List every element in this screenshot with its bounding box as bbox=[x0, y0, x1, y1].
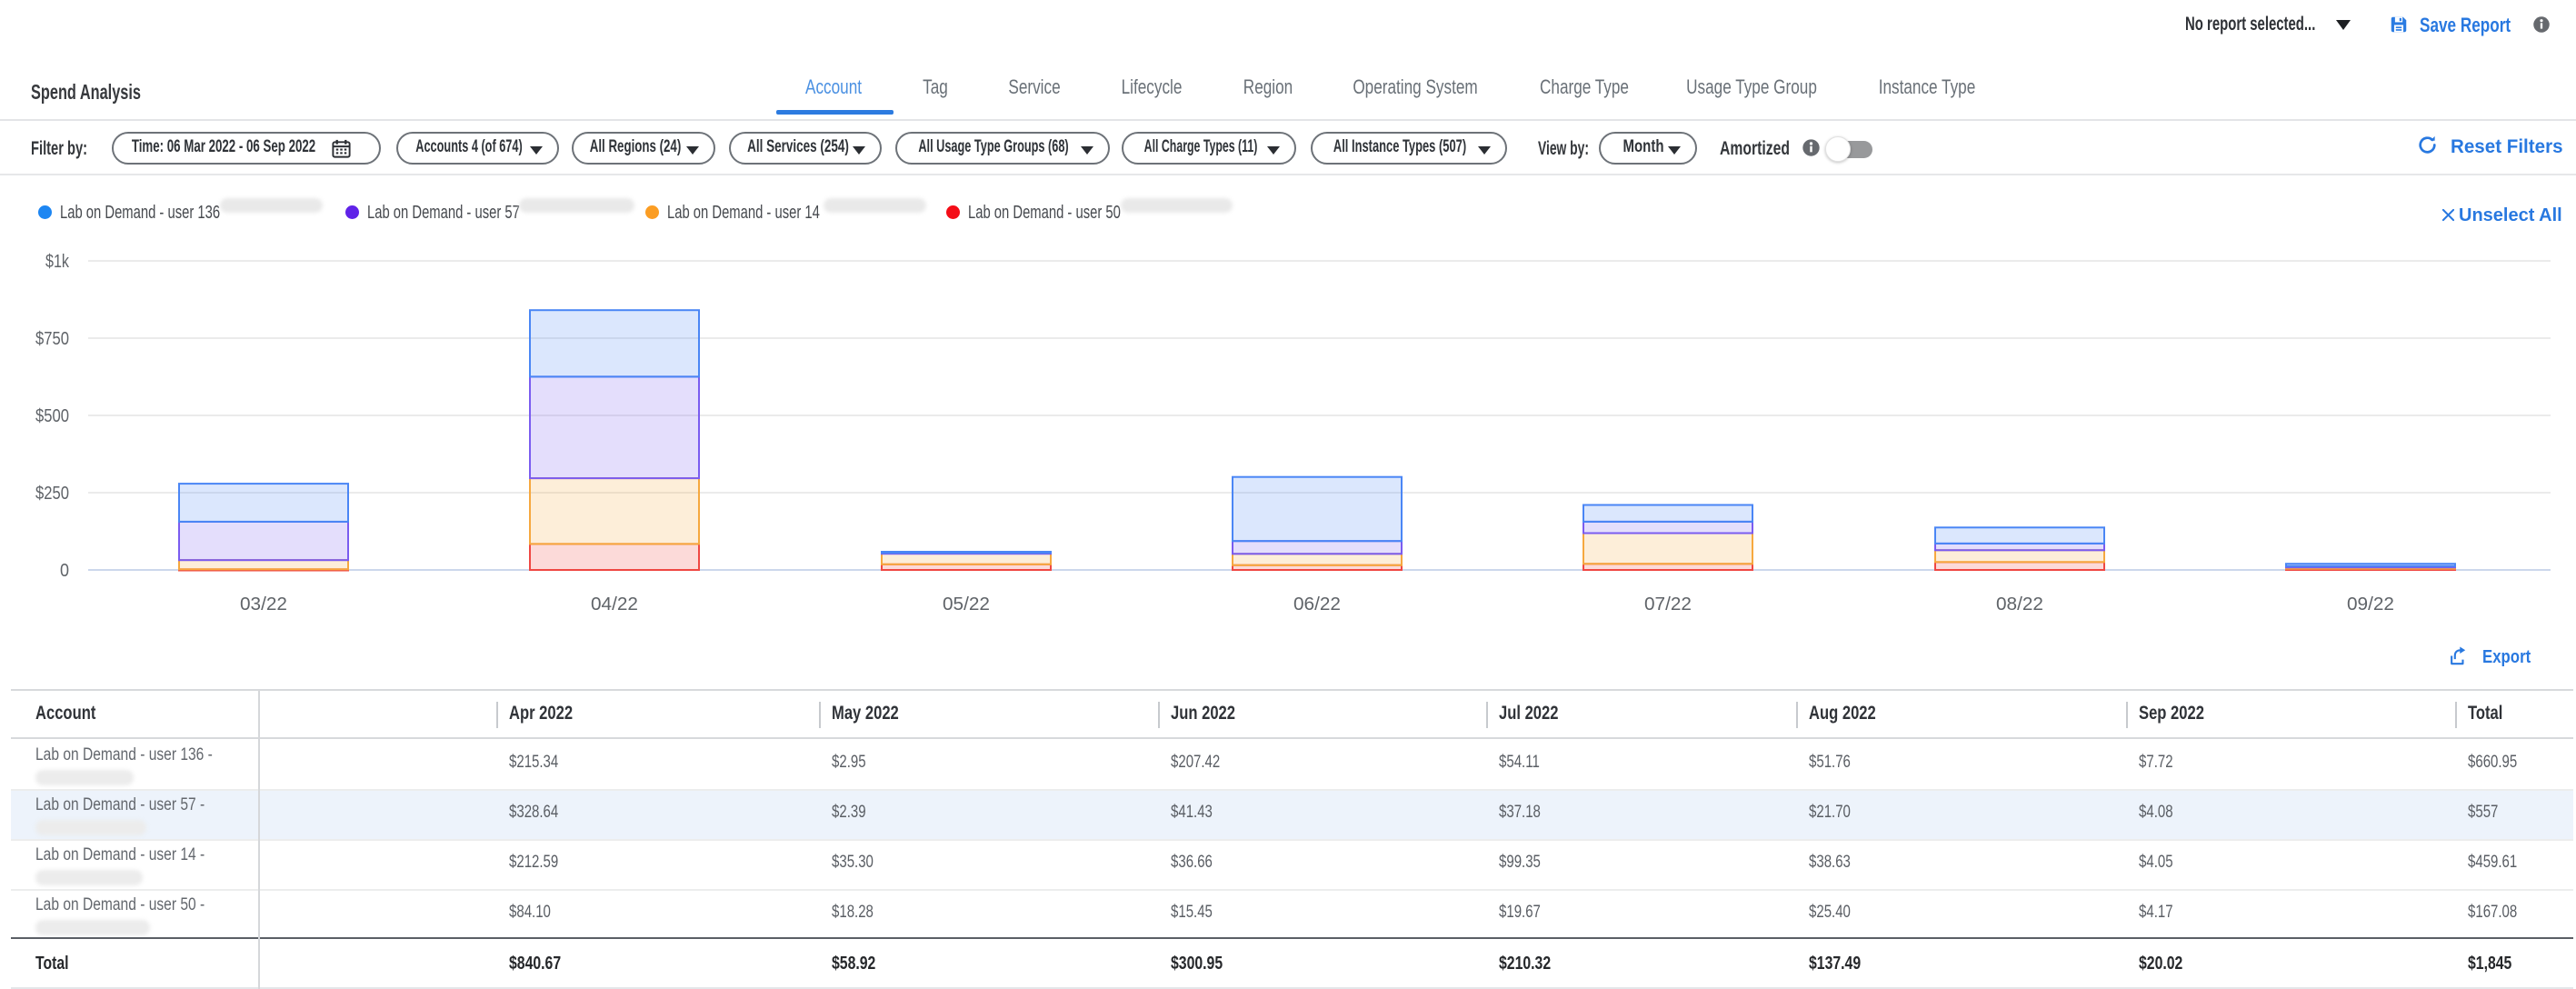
svg-text:09/22: 09/22 bbox=[2347, 594, 2394, 614]
svg-text:05/22: 05/22 bbox=[943, 594, 990, 614]
svg-text:$1k: $1k bbox=[45, 252, 70, 272]
svg-text:0: 0 bbox=[60, 561, 69, 581]
svg-text:03/22: 03/22 bbox=[240, 594, 287, 614]
svg-text:$500: $500 bbox=[35, 406, 69, 426]
svg-text:06/22: 06/22 bbox=[1293, 594, 1341, 614]
svg-text:08/22: 08/22 bbox=[1996, 594, 2043, 614]
svg-text:$250: $250 bbox=[35, 484, 69, 504]
svg-text:07/22: 07/22 bbox=[1644, 594, 1692, 614]
svg-text:$750: $750 bbox=[35, 329, 69, 349]
svg-text:04/22: 04/22 bbox=[591, 594, 638, 614]
